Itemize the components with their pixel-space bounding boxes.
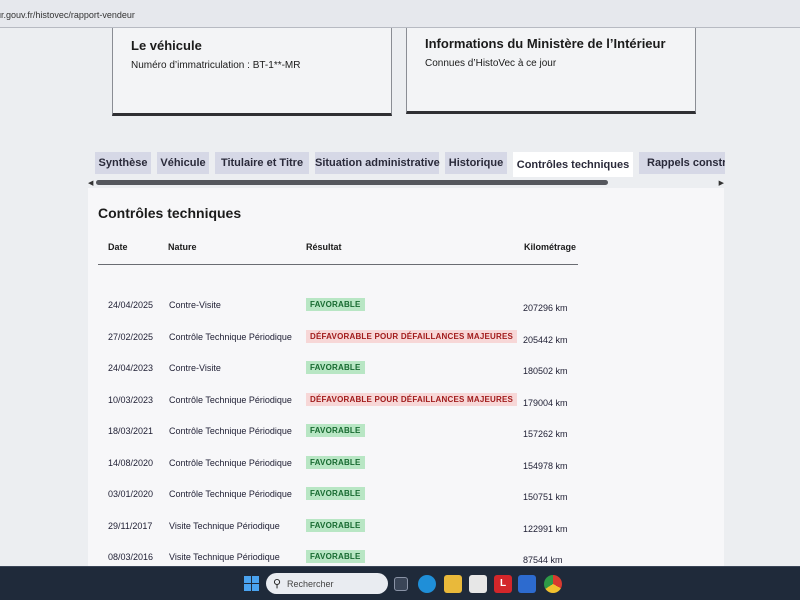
row-nature: Contrôle Technique Périodique [169,489,292,499]
scroll-left-arrow-icon[interactable]: ◀ [88,179,93,187]
tab-vehicule[interactable]: Véhicule [157,152,209,174]
column-header-nature: Nature [168,242,197,252]
taskbar-search[interactable]: ⚲ Rechercher [266,573,388,594]
row-date: 24/04/2023 [108,363,154,373]
tab-bar: Synthèse Véhicule Titulaire et Titre Sit… [95,152,725,178]
table-row: 24/04/2023 Contre-Visite FAVORABLE 180502 k… [88,361,724,383]
row-mileage: 154978 km [523,460,568,471]
table-row: 10/03/2023 Contrôle Technique Périodique D… [88,392,724,415]
ministry-card-text: Connues d’HistoVec à ce jour [425,58,557,69]
scroll-right-arrow-icon[interactable]: ▶ [719,179,724,187]
table-row: 14/08/2020 Contrôle Technique Périodique F… [88,455,724,478]
result-badge: FAVORABLE [306,298,365,311]
address-bar[interactable]: ur.gouv.fr/histovec/rapport-vendeur [0,0,800,28]
row-date: 29/11/2017 [108,520,153,531]
scrollbar-thumb[interactable] [96,180,608,185]
table-header: Date Nature Résultat Kilométrage [88,242,724,256]
vehicle-card-title: Le véhicule [131,38,202,53]
tab-situation-administrative[interactable]: Situation administrative [315,152,440,174]
result-badge: FAVORABLE [306,424,365,437]
row-nature: Contre-Visite [169,300,221,310]
status-badge: FAVORABLE [306,518,365,532]
result-badge: FAVORABLE [306,361,365,374]
chrome-icon[interactable] [544,575,562,593]
store-icon[interactable] [469,575,487,593]
row-mileage: 180502 km [523,366,568,376]
url-text[interactable]: ur.gouv.fr/histovec/rapport-vendeur [0,10,135,20]
technical-inspections-panel: Contrôles techniques Date Nature Résulta… [88,188,724,566]
status-badge: DÉFAVORABLE POUR DÉFAILLANCES MAJEURES [306,392,518,406]
result-badge: FAVORABLE [306,518,365,532]
row-date: 18/03/2021 [108,426,154,436]
column-header-mileage: Kilométrage [524,242,577,252]
result-badge: DÉFAVORABLE POUR DÉFAILLANCES MAJEURES [306,392,518,406]
edge-icon[interactable] [418,575,436,593]
tab-synthese[interactable]: Synthèse [95,152,151,174]
table-row: 27/02/2025 Contrôle Technique Périodique D… [88,329,724,352]
tab-rappels-constructeur[interactable]: Rappels constructeur [639,152,725,174]
result-badge: FAVORABLE [306,455,365,469]
vehicle-card: Le véhicule Numéro d’immatriculation : B… [112,28,392,116]
table-row: 29/11/2017 Visite Technique Périodique FAV… [88,518,724,541]
page-content: Le véhicule Numéro d’immatriculation : B… [0,28,800,566]
header-divider [98,264,578,265]
result-badge: DÉFAVORABLE POUR DÉFAILLANCES MAJEURES [306,329,518,343]
status-badge: FAVORABLE [306,455,365,469]
search-icon: ⚲ [273,578,282,590]
row-mileage: 179004 km [523,397,568,408]
result-badge: FAVORABLE [306,487,365,500]
row-date: 27/02/2025 [108,331,154,342]
ministry-card-title: Informations du Ministère de l’Intérieur [425,36,666,51]
row-nature: Contrôle Technique Périodique [169,331,292,342]
row-nature: Visite Technique Périodique [169,552,280,562]
row-date: 14/08/2020 [108,457,154,468]
file-explorer-icon[interactable] [444,575,462,593]
search-placeholder: Rechercher [287,579,334,589]
table-row: 18/03/2021 Contrôle Technique Périodique F… [88,424,724,446]
status-badge: DÉFAVORABLE POUR DÉFAILLANCES MAJEURES [306,329,518,343]
status-badge: FAVORABLE [306,298,365,311]
row-mileage: 207296 km [523,303,568,313]
row-date: 08/03/2016 [108,552,154,562]
result-badge: FAVORABLE [306,550,365,563]
status-badge: FAVORABLE [306,487,365,500]
row-date: 03/01/2020 [108,489,154,499]
tab-titulaire[interactable]: Titulaire et Titre [215,152,309,174]
row-mileage: 157262 km [523,429,568,439]
row-date: 24/04/2025 [108,300,154,310]
tab-historique[interactable]: Historique [445,152,507,174]
status-badge: FAVORABLE [306,424,365,437]
status-badge: FAVORABLE [306,361,365,374]
windows-taskbar: ⚲ Rechercher L [0,566,800,600]
row-nature: Contrôle Technique Périodique [169,394,292,405]
column-header-result: Résultat [306,242,342,252]
row-mileage: 87544 km [523,555,563,565]
app-l-icon[interactable]: L [494,575,512,593]
task-view-icon[interactable] [394,577,408,591]
mail-icon[interactable] [518,575,536,593]
table-row: 24/04/2025 Contre-Visite FAVORABLE 207296 k… [88,298,724,320]
tab-scrollbar[interactable]: ◀ ▶ [88,179,724,187]
row-mileage: 205442 km [523,334,568,345]
section-title: Contrôles techniques [98,205,242,221]
column-header-date: Date [108,242,128,252]
row-nature: Contre-Visite [169,363,221,373]
windows-start-icon[interactable] [243,575,261,593]
row-nature: Visite Technique Périodique [169,520,280,531]
ministry-card: Informations du Ministère de l’Intérieur… [406,28,696,114]
row-mileage: 122991 km [523,523,568,534]
row-mileage: 150751 km [523,492,568,502]
table-row: 03/01/2020 Contrôle Technique Périodique F… [88,487,724,509]
registration-number: Numéro d’immatriculation : BT-1**-MR [131,60,301,71]
status-badge: FAVORABLE [306,550,365,563]
row-nature: Contrôle Technique Périodique [169,457,292,468]
row-date: 10/03/2023 [108,394,154,405]
row-nature: Contrôle Technique Périodique [169,426,292,436]
tab-controles-techniques[interactable]: Contrôles techniques [513,152,633,177]
